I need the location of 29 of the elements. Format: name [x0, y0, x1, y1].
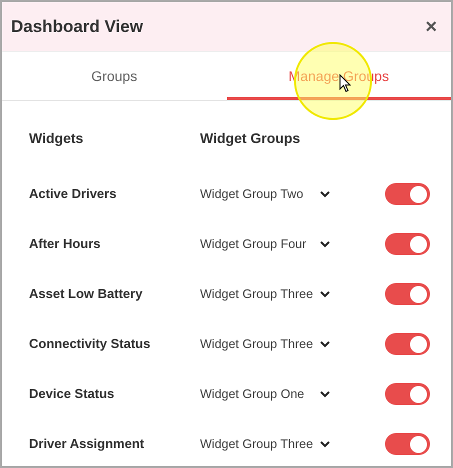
toggle-switch[interactable] [385, 183, 430, 205]
widget-name: Asset Low Battery [29, 285, 144, 304]
chevron-down-icon [320, 440, 330, 448]
group-dropdown[interactable]: Widget Group Three [200, 334, 330, 354]
toggle-switch[interactable] [385, 333, 430, 355]
column-header: Widgets [29, 128, 84, 148]
tab[interactable]: Groups [2, 52, 226, 100]
chevron-down-icon [320, 190, 330, 198]
chevron-down-icon [320, 240, 330, 248]
widget-name: Driver Assignment [29, 435, 146, 454]
group-dropdown[interactable]: Widget Group Three [200, 284, 330, 304]
group-dropdown[interactable]: Widget Group One [200, 384, 330, 404]
group-dropdown[interactable]: Widget Group Three [200, 434, 330, 454]
window-title: Dashboard View [11, 16, 143, 38]
widget-name: Connectivity Status [29, 335, 152, 354]
chevron-down-icon [320, 290, 330, 298]
group-dropdown[interactable]: Widget Group Two [200, 184, 330, 204]
widget-name: Active Drivers [29, 185, 118, 204]
toggle-switch[interactable] [385, 383, 430, 405]
column-header: Widget Groups [200, 128, 300, 148]
widget-name: After Hours [29, 235, 102, 254]
close-button[interactable]: × [425, 16, 437, 36]
group-dropdown[interactable]: Widget Group Four [200, 234, 330, 254]
toggle-switch[interactable] [385, 433, 430, 455]
chevron-down-icon [320, 340, 330, 348]
chevron-down-icon [320, 390, 330, 398]
widget-name: Device Status [29, 385, 116, 404]
toggle-switch[interactable] [385, 283, 430, 305]
toggle-switch[interactable] [385, 233, 430, 255]
